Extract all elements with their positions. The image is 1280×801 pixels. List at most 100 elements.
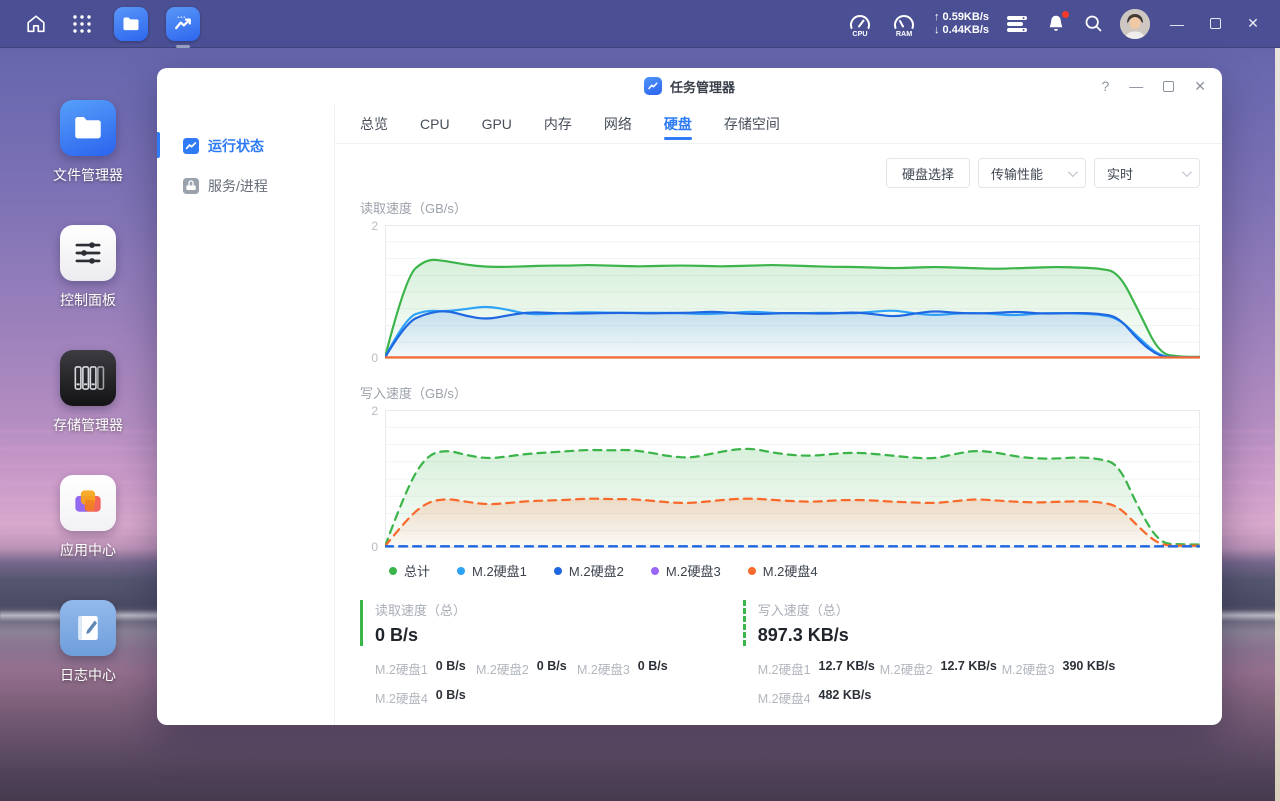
sidebar-active-indicator bbox=[157, 132, 160, 158]
performance-dropdown[interactable]: 传输性能 bbox=[978, 158, 1086, 188]
disk-stat-label: M.2硬盘3 bbox=[577, 663, 630, 677]
desktop-icon-label: 文件管理器 bbox=[53, 167, 123, 183]
disk-select-button[interactable]: 硬盘选择 bbox=[885, 158, 970, 188]
network-speed-readout[interactable]: ↑ 0.59KB/s ↓ 0.44KB/s bbox=[934, 11, 989, 37]
window-close-icon[interactable]: ✕ bbox=[1194, 79, 1206, 93]
tab-0[interactable]: 总览 bbox=[360, 104, 388, 144]
desktop-icon-label: 应用中心 bbox=[60, 542, 116, 558]
cpu-label: CPU bbox=[852, 29, 867, 38]
desktop-icon-label: 日志中心 bbox=[60, 667, 116, 683]
desktop-icon-log-center[interactable]: 日志中心 bbox=[16, 600, 160, 685]
read-chart-title: 读取速度（GB/s） bbox=[360, 201, 467, 216]
write-chart-title: 写入速度（GB/s） bbox=[360, 386, 467, 401]
desktop-maximize-icon[interactable] bbox=[1204, 16, 1226, 32]
desktop-icon-app-center[interactable]: 应用中心 bbox=[16, 475, 160, 560]
stats-row: 读取速度（总） 0 B/s M.2硬盘1 0 B/s M.2硬盘2 0 B/s M.2硬… bbox=[360, 600, 1200, 707]
tab-4[interactable]: 网络 bbox=[604, 104, 632, 144]
read-disk-stat-3: M.2硬盘4 0 B/s bbox=[375, 688, 476, 707]
write-disk-stat-2: M.2硬盘3 390 KB/s bbox=[1002, 659, 1124, 678]
chevron-down-icon bbox=[1067, 166, 1078, 177]
user-avatar[interactable] bbox=[1120, 8, 1150, 39]
desktop-icon-column: 文件管理器 控制面板 存储管理器 应用中心 日志中心 bbox=[16, 100, 160, 725]
disk-stat-value: 0 B/s bbox=[536, 659, 567, 673]
disk-stat-value: 12.7 KB/s bbox=[818, 659, 875, 673]
sidebar-item-status[interactable]: 运行状态 bbox=[157, 126, 334, 166]
legend-item-4[interactable]: M.2硬盘4 bbox=[747, 561, 818, 580]
help-icon[interactable]: ? bbox=[1101, 79, 1109, 93]
window-sidebar: 运行状态服务/进程 bbox=[157, 104, 335, 725]
legend-dot-icon bbox=[553, 566, 562, 575]
read-chart-ymax: 2 bbox=[371, 219, 378, 233]
disk-tab-content: 硬盘选择 传输性能 实时 读取速度（GB/s） 2 0 写入速度（GB/s） 2… bbox=[335, 144, 1222, 725]
taskbar-tray: CPU RAM ↑ 0.59KB/s ↓ 0.44KB/s — ✕ bbox=[846, 8, 1280, 39]
tab-5-active[interactable]: 硬盘 bbox=[664, 104, 692, 144]
ram-monitor-icon[interactable]: RAM bbox=[890, 10, 918, 38]
write-disk-stat-1: M.2硬盘2 12.7 KB/s bbox=[880, 659, 1002, 678]
app-grid-icon[interactable] bbox=[68, 10, 96, 38]
storage-server-icon[interactable] bbox=[1005, 14, 1029, 34]
legend-item-2[interactable]: M.2硬盘2 bbox=[553, 561, 624, 580]
read-disk-stat-1: M.2硬盘2 0 B/s bbox=[476, 659, 577, 678]
disk-stat-value: 390 KB/s bbox=[1062, 659, 1116, 673]
services-icon bbox=[183, 178, 199, 194]
search-icon[interactable] bbox=[1083, 13, 1104, 34]
write-stats-block: 写入速度（总） 897.3 KB/s M.2硬盘1 12.7 KB/s M.2硬盘2… bbox=[742, 600, 1200, 707]
desktop-minimize-icon[interactable]: — bbox=[1166, 16, 1188, 32]
disk-stat-value: 0 B/s bbox=[435, 659, 466, 673]
disk-stat-label: M.2硬盘2 bbox=[879, 663, 933, 677]
write-speed-chart: 2 0 bbox=[360, 404, 1200, 554]
taskbar-left bbox=[0, 6, 200, 48]
time-range-dropdown[interactable]: 实时 bbox=[1094, 158, 1200, 188]
read-speed-chart: 2 0 bbox=[360, 219, 1200, 365]
desktop-icon-storage-manager[interactable]: 存储管理器 bbox=[16, 350, 160, 435]
disk-stat-value: 482 KB/s bbox=[818, 688, 872, 702]
disk-stat-value: 12.7 KB/s bbox=[940, 659, 997, 673]
taskbar-task-manager-icon[interactable] bbox=[166, 6, 200, 48]
read-per-disk-stats: M.2硬盘1 0 B/s M.2硬盘2 0 B/s M.2硬盘3 0 B/s M.2硬盘4 0… bbox=[360, 659, 733, 707]
legend-dot-icon bbox=[747, 566, 756, 575]
tab-1[interactable]: CPU bbox=[420, 104, 450, 144]
legend-item-3[interactable]: M.2硬盘3 bbox=[650, 561, 721, 580]
desktop-icon-control-panel[interactable]: 控制面板 bbox=[16, 225, 160, 310]
disk-stat-label: M.2硬盘3 bbox=[1001, 663, 1055, 677]
read-stats-block: 读取速度（总） 0 B/s M.2硬盘1 0 B/s M.2硬盘2 0 B/s M.2硬… bbox=[360, 600, 733, 707]
write-stats-head: 写入速度（总） 897.3 KB/s bbox=[742, 600, 1200, 646]
cpu-monitor-icon[interactable]: CPU bbox=[846, 10, 874, 38]
window-title-group: 任务管理器 bbox=[643, 77, 735, 96]
desktop-icon-file-manager[interactable]: 文件管理器 bbox=[16, 100, 160, 185]
sidebar-item-services[interactable]: 服务/进程 bbox=[157, 166, 334, 206]
write-chart-ymin: 0 bbox=[371, 540, 378, 554]
legend-label: M.2硬盘3 bbox=[665, 564, 721, 579]
taskbar: CPU RAM ↑ 0.59KB/s ↓ 0.44KB/s — ✕ bbox=[0, 0, 1280, 48]
main-panel: 总览 CPU GPU 内存 网络 硬盘 存储空间 硬盘选择 传输性能 实时 读取速度（GB/… bbox=[335, 104, 1222, 725]
sidebar-item-label: 运行状态 bbox=[208, 138, 264, 154]
legend-item-0[interactable]: 总计 bbox=[389, 561, 430, 580]
taskbar-file-manager-icon[interactable] bbox=[114, 6, 148, 41]
window-titlebar[interactable]: 任务管理器 ? — ✕ bbox=[157, 68, 1222, 104]
tab-2[interactable]: GPU bbox=[482, 104, 512, 144]
disk-stat-value: 0 B/s bbox=[637, 659, 668, 673]
desktop-icon-label: 存储管理器 bbox=[53, 417, 123, 433]
task-manager-app-icon bbox=[643, 77, 662, 95]
legend-dot-icon bbox=[650, 566, 659, 575]
write-per-disk-stats: M.2硬盘1 12.7 KB/s M.2硬盘2 12.7 KB/s M.2硬盘3 390 … bbox=[743, 659, 1200, 707]
home-icon[interactable] bbox=[22, 10, 50, 38]
background-window-edge bbox=[1275, 48, 1280, 801]
notification-badge bbox=[1061, 9, 1070, 19]
notification-bell-icon[interactable] bbox=[1045, 9, 1070, 35]
window-maximize-icon[interactable] bbox=[1163, 80, 1175, 92]
sidebar-item-label: 服务/进程 bbox=[208, 178, 268, 194]
read-chart-ymin: 0 bbox=[371, 351, 378, 365]
desktop-close-icon[interactable]: ✕ bbox=[1242, 15, 1264, 32]
legend-item-1[interactable]: M.2硬盘1 bbox=[457, 561, 527, 580]
tab-3[interactable]: 内存 bbox=[544, 104, 572, 144]
tab-6[interactable]: 存储空间 bbox=[724, 104, 780, 144]
time-range-dropdown-value: 实时 bbox=[1107, 166, 1134, 182]
desktop-icon-label: 控制面板 bbox=[60, 292, 116, 308]
status-chart-icon bbox=[183, 138, 199, 154]
window-minimize-icon[interactable]: — bbox=[1129, 79, 1143, 93]
disk-stat-label: M.2硬盘1 bbox=[757, 663, 811, 677]
read-stats-head: 读取速度（总） 0 B/s bbox=[360, 600, 733, 646]
storage-manager-icon bbox=[60, 350, 116, 406]
window-controls: ? — ✕ bbox=[1101, 68, 1206, 104]
